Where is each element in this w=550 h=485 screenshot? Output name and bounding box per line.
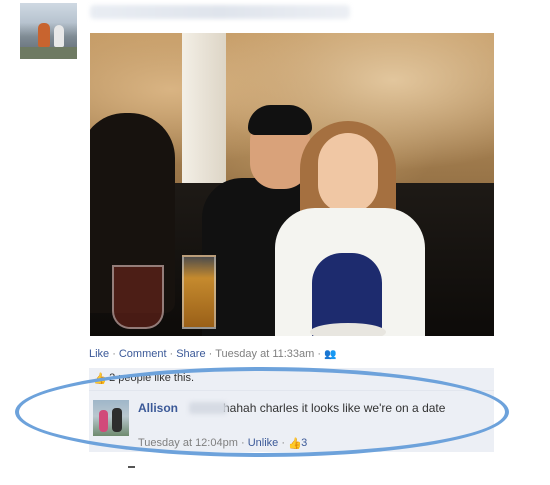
- photo-plate: [310, 323, 386, 336]
- photo-pillar: [182, 33, 226, 193]
- commenter-name[interactable]: Allison: [138, 401, 178, 415]
- photo-woman-face: [318, 133, 378, 213]
- likes-count-link[interactable]: 2 people like this.: [109, 372, 194, 384]
- separator: ·: [112, 348, 116, 360]
- scroll-mark: [128, 466, 135, 468]
- avatar-figure: [38, 23, 50, 47]
- post-photo[interactable]: [90, 33, 494, 336]
- separator: ·: [281, 437, 285, 449]
- likes-summary: 👍 2 people like this.: [93, 372, 194, 386]
- photo-beer-glass: [182, 255, 216, 329]
- feedback-section: 👍 2 people like this. hahah charles it l…: [89, 368, 494, 452]
- separator: ·: [208, 348, 213, 360]
- like-link[interactable]: Like: [89, 348, 109, 360]
- post-timestamp[interactable]: Tuesday at 11:33am: [215, 348, 314, 360]
- comment-timestamp[interactable]: Tuesday at 12:04pm: [138, 437, 238, 449]
- divider: [89, 390, 494, 391]
- redacted-surname: [189, 402, 227, 414]
- avatar-ground: [20, 47, 77, 59]
- friends-icon[interactable]: 👥: [324, 349, 336, 360]
- thumbs-up-icon: 👍: [288, 438, 302, 451]
- share-link[interactable]: Share: [176, 348, 205, 360]
- avatar-figure: [54, 25, 64, 47]
- thumbs-up-icon: 👍: [93, 373, 107, 386]
- unlike-link[interactable]: Unlike: [248, 437, 279, 449]
- comment-link[interactable]: Comment: [119, 348, 167, 360]
- avatar-figure: [99, 410, 108, 432]
- poster-avatar[interactable]: [20, 3, 77, 59]
- commenter-avatar[interactable]: [93, 400, 129, 436]
- photo-man-hair: [248, 105, 312, 135]
- photo-action-bar: Like · Comment · Share · Tuesday at 11:33am · 👥: [89, 348, 336, 360]
- photo-wine-glass: [112, 265, 164, 329]
- separator: ·: [169, 348, 174, 360]
- avatar-figure: [112, 408, 122, 432]
- separator: ·: [240, 437, 245, 449]
- comment-meta: Tuesday at 12:04pm · Unlike · 👍3: [138, 437, 307, 451]
- comment-like-count[interactable]: 3: [301, 437, 307, 449]
- redacted-post-header: [90, 5, 350, 19]
- separator: ·: [317, 348, 321, 360]
- comment-text: hahah charles it looks like we're on a d…: [223, 401, 446, 415]
